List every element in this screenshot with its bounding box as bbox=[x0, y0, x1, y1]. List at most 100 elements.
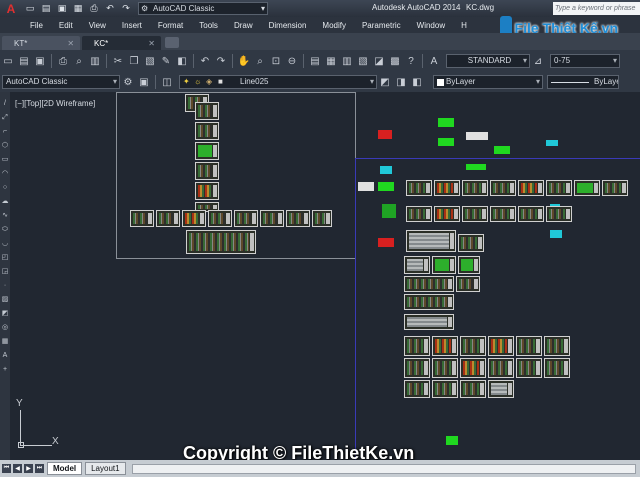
pan-icon[interactable]: ✋ bbox=[237, 54, 251, 68]
drawing-sheet[interactable] bbox=[195, 142, 219, 160]
linetype-dropdown[interactable]: ByLayer bbox=[547, 75, 619, 89]
redo-icon[interactable]: ↷ bbox=[214, 54, 228, 68]
ellipse-icon[interactable]: ⬭ bbox=[1, 226, 9, 234]
workspace-toolbar-dropdown[interactable]: AutoCAD Classic ▾ bbox=[2, 75, 120, 89]
drawing-object[interactable] bbox=[550, 230, 562, 238]
make-block-icon[interactable]: ◲ bbox=[1, 268, 9, 276]
drawing-sheet[interactable] bbox=[406, 230, 456, 252]
horizontal-scrollbar[interactable] bbox=[131, 463, 636, 474]
plot-preview-icon[interactable]: ⌕ bbox=[72, 54, 86, 68]
new-tab-button[interactable] bbox=[164, 37, 179, 48]
drawing-sheet[interactable] bbox=[462, 206, 488, 222]
menu-help[interactable]: H bbox=[461, 21, 467, 30]
close-icon[interactable]: ✕ bbox=[67, 39, 74, 48]
tab-layout1[interactable]: Layout1 bbox=[85, 462, 126, 475]
menu-format[interactable]: Format bbox=[158, 21, 183, 30]
drawing-object[interactable] bbox=[546, 140, 558, 146]
open-icon[interactable]: ▤ bbox=[39, 2, 53, 16]
tab-model[interactable]: Model bbox=[47, 462, 83, 475]
drawing-object[interactable] bbox=[494, 146, 510, 154]
ellipse-arc-icon[interactable]: ◡ bbox=[1, 240, 9, 248]
workspace-dropdown[interactable]: ⚙ AutoCAD Classic ▾ bbox=[138, 2, 268, 15]
publish-icon[interactable]: ▥ bbox=[88, 54, 102, 68]
zoom-window-icon[interactable]: ⊡ bbox=[269, 54, 283, 68]
drawing-sheet[interactable] bbox=[195, 182, 219, 200]
point-icon[interactable]: · bbox=[1, 282, 9, 290]
new-icon[interactable]: ▭ bbox=[23, 2, 37, 16]
design-center-icon[interactable]: ▦ bbox=[324, 54, 338, 68]
layer-dropdown[interactable]: ✦ ☼ ◈ ■ Line025 ▾ bbox=[179, 75, 377, 89]
previous-tab-icon[interactable]: ◀ bbox=[13, 464, 22, 473]
drawing-sheet[interactable] bbox=[602, 180, 628, 196]
layer-properties-icon[interactable]: ◫ bbox=[160, 75, 174, 89]
drawing-sheet[interactable] bbox=[434, 180, 460, 196]
drawing-object[interactable] bbox=[378, 238, 394, 247]
arc-icon[interactable]: ◠ bbox=[1, 170, 9, 178]
region-icon[interactable]: ◎ bbox=[1, 324, 9, 332]
drawing-sheet[interactable] bbox=[546, 206, 572, 222]
drawing-object[interactable] bbox=[378, 182, 394, 191]
drawing-sheet[interactable] bbox=[432, 256, 456, 274]
drawing-sheet[interactable] bbox=[462, 180, 488, 196]
circle-icon[interactable]: ○ bbox=[1, 184, 9, 192]
drawing-sheet[interactable] bbox=[286, 210, 310, 227]
file-tab-kt[interactable]: KT* ✕ bbox=[2, 36, 81, 50]
drawing-sheet[interactable] bbox=[432, 380, 458, 398]
drawing-object[interactable] bbox=[358, 182, 374, 191]
drawing-sheet[interactable] bbox=[488, 358, 514, 378]
close-icon[interactable]: ✕ bbox=[148, 39, 155, 48]
hatch-icon[interactable]: ▨ bbox=[1, 296, 9, 304]
drawing-object[interactable] bbox=[466, 132, 488, 140]
drawing-sheet[interactable] bbox=[488, 380, 514, 398]
rectangle-icon[interactable]: ▭ bbox=[1, 156, 9, 164]
drawing-sheet[interactable] bbox=[404, 380, 430, 398]
menu-file[interactable]: File bbox=[30, 21, 43, 30]
drawing-sheet[interactable] bbox=[404, 314, 454, 330]
drawing-sheet[interactable] bbox=[516, 358, 542, 378]
menu-tools[interactable]: Tools bbox=[199, 21, 218, 30]
help-icon[interactable]: ? bbox=[404, 54, 418, 68]
menu-parametric[interactable]: Parametric bbox=[362, 21, 401, 30]
drawing-object[interactable] bbox=[446, 436, 458, 445]
layer-state-icon[interactable]: ◧ bbox=[410, 75, 424, 89]
drawing-sheet[interactable] bbox=[544, 358, 570, 378]
drawing-sheet[interactable] bbox=[195, 102, 219, 120]
drawing-object[interactable] bbox=[382, 204, 396, 218]
text-style-dropdown[interactable]: STANDARD ▾ bbox=[446, 54, 530, 68]
drawing-object[interactable] bbox=[380, 166, 392, 174]
drawing-sheet[interactable] bbox=[156, 210, 180, 227]
drawing-sheet[interactable] bbox=[208, 210, 232, 227]
drawing-canvas[interactable]: [−][Top][2D Wireframe] bbox=[10, 92, 640, 460]
drawing-sheet[interactable] bbox=[195, 122, 219, 140]
gear-icon[interactable]: ⚙ bbox=[121, 75, 135, 89]
print-icon[interactable]: ⎙ bbox=[87, 2, 101, 16]
drawing-sheet[interactable] bbox=[518, 180, 544, 196]
drawing-sheet[interactable] bbox=[544, 336, 570, 356]
insert-block-icon[interactable]: ◰ bbox=[1, 254, 9, 262]
open-icon[interactable]: ▤ bbox=[17, 54, 31, 68]
drawing-sheet[interactable] bbox=[432, 336, 458, 356]
menu-dimension[interactable]: Dimension bbox=[269, 21, 307, 30]
calculator-icon[interactable]: ▩ bbox=[388, 54, 402, 68]
copy-icon[interactable]: ❐ bbox=[127, 54, 141, 68]
make-current-layer-icon[interactable]: ◩ bbox=[378, 75, 392, 89]
markup-icon[interactable]: ◪ bbox=[372, 54, 386, 68]
plot-icon[interactable]: ⎙ bbox=[56, 54, 70, 68]
drawing-sheet[interactable] bbox=[404, 294, 454, 310]
drawing-sheet[interactable] bbox=[195, 162, 219, 180]
sheet-set-icon[interactable]: ▧ bbox=[356, 54, 370, 68]
drawing-object[interactable] bbox=[438, 138, 454, 146]
zoom-realtime-icon[interactable]: ⌕ bbox=[253, 54, 267, 68]
match-properties-icon[interactable]: ✎ bbox=[159, 54, 173, 68]
undo-icon[interactable]: ↶ bbox=[198, 54, 212, 68]
drawing-object[interactable] bbox=[378, 130, 392, 139]
mtext-icon[interactable]: A bbox=[1, 352, 9, 360]
drawing-sheet[interactable] bbox=[518, 206, 544, 222]
application-menu-button[interactable]: A bbox=[0, 0, 22, 17]
new-icon[interactable]: ▭ bbox=[1, 54, 15, 68]
saveas-icon[interactable]: ▦ bbox=[71, 2, 85, 16]
zoom-previous-icon[interactable]: ⊖ bbox=[285, 54, 299, 68]
drawing-sheet[interactable] bbox=[490, 180, 516, 196]
drawing-sheet[interactable] bbox=[404, 256, 430, 274]
cut-icon[interactable]: ✂ bbox=[111, 54, 125, 68]
